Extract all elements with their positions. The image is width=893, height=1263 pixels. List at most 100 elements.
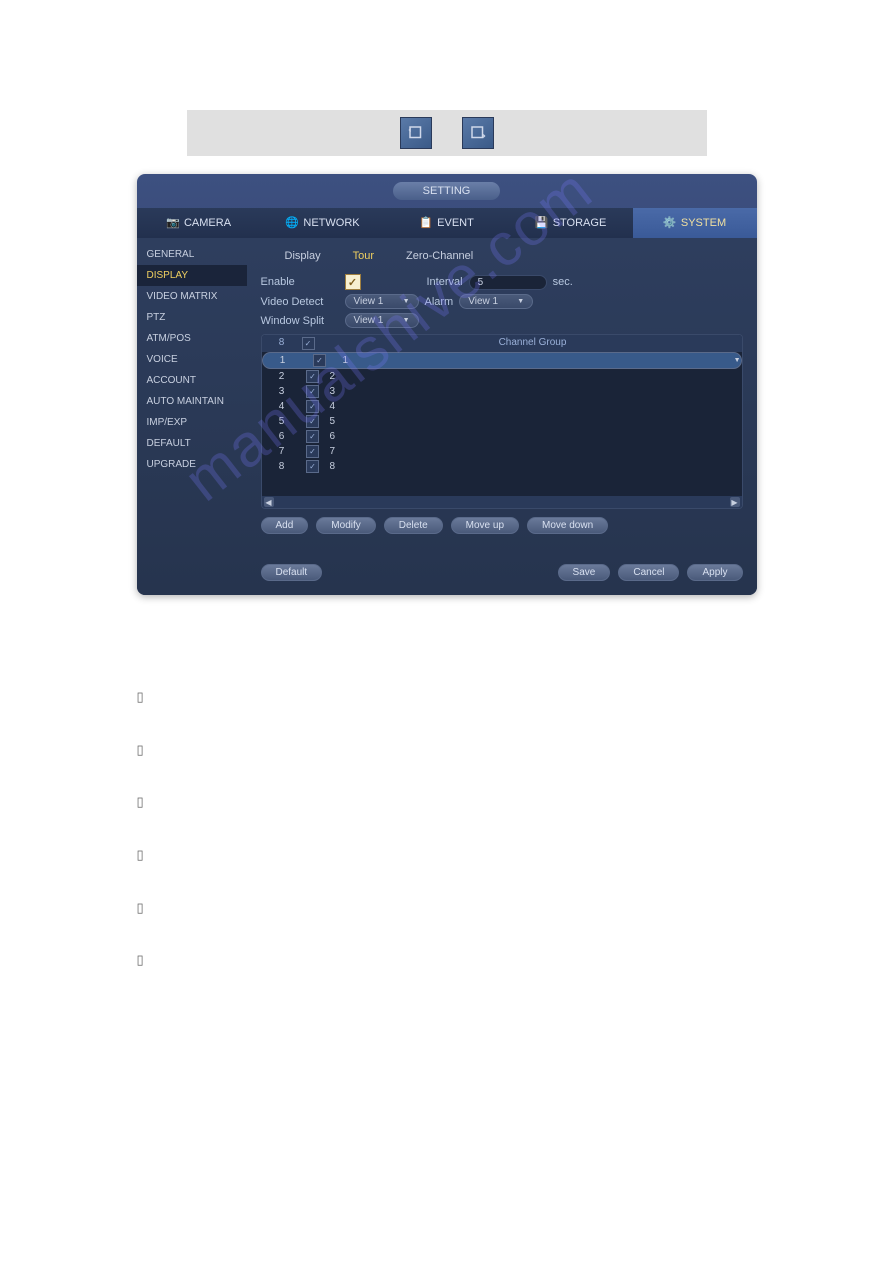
interval-label: Interval [427, 276, 463, 288]
row-number: 3 [262, 386, 302, 397]
rotate-left-icon[interactable] [400, 117, 432, 149]
row-group: 6 [324, 431, 742, 442]
table-row[interactable]: 1 ✓ 1 [262, 352, 742, 369]
subtab-tour[interactable]: Tour [349, 248, 378, 264]
subtab-zero-channel[interactable]: Zero-Channel [402, 248, 477, 264]
bullet-icon: ▯ [137, 948, 149, 973]
horizontal-scrollbar[interactable]: ◀ ▶ [262, 496, 742, 508]
interval-input[interactable]: 5 [469, 275, 547, 290]
camera-icon: 📷 [166, 216, 180, 230]
table-row[interactable]: 6 ✓ 6 [262, 429, 742, 444]
apply-button[interactable]: Apply [687, 564, 742, 581]
toolbar-strip [187, 110, 707, 156]
row-group: 2 [324, 371, 742, 382]
storage-icon: 💾 [535, 216, 549, 230]
move-down-button[interactable]: Move down [527, 517, 608, 534]
default-button[interactable]: Default [261, 564, 323, 581]
sidebar-item-auto-maintain[interactable]: AUTO MAINTAIN [137, 391, 247, 412]
video-detect-select[interactable]: View 1 [345, 294, 419, 309]
table-row[interactable]: 7 ✓ 7 [262, 444, 742, 459]
sidebar-item-atmpos[interactable]: ATM/POS [137, 328, 247, 349]
sidebar-item-ptz[interactable]: PTZ [137, 307, 247, 328]
row-checkbox[interactable]: ✓ [306, 385, 319, 398]
move-up-button[interactable]: Move up [451, 517, 519, 534]
rotate-right-icon[interactable] [462, 117, 494, 149]
alarm-select[interactable]: View 1 [459, 294, 533, 309]
add-button[interactable]: Add [261, 517, 309, 534]
event-icon: 📋 [419, 216, 433, 230]
bullet-icon: ▯ [137, 685, 149, 710]
video-detect-label: Video Detect [261, 296, 339, 308]
row-number: 6 [262, 431, 302, 442]
row-checkbox[interactable]: ✓ [306, 370, 319, 383]
table-row[interactable]: 4 ✓ 4 [262, 399, 742, 414]
table-row[interactable]: 3 ✓ 3 [262, 384, 742, 399]
row-number: 1 [263, 355, 303, 366]
row-number: 4 [262, 401, 302, 412]
subtab-display[interactable]: Display [281, 248, 325, 264]
window-title: SETTING [393, 182, 501, 200]
table-row[interactable]: 8 ✓ 8 [262, 459, 742, 474]
delete-button[interactable]: Delete [384, 517, 443, 534]
row-checkbox[interactable]: ✓ [306, 400, 319, 413]
tab-network[interactable]: 🌐NETWORK [261, 208, 385, 238]
settings-window: SETTING 📷CAMERA 🌐NETWORK 📋EVENT 💾STORAGE… [137, 174, 757, 595]
row-number: 8 [262, 461, 302, 472]
bullet-icon: ▯ [137, 790, 149, 815]
top-tabs: 📷CAMERA 🌐NETWORK 📋EVENT 💾STORAGE ⚙️SYSTE… [137, 208, 757, 238]
enable-label: Enable [261, 276, 339, 288]
col-header-count: 8 [262, 337, 302, 350]
document-body: ▯ ▯ ▯ ▯ ▯ ▯ [137, 685, 757, 973]
sidebar-item-general[interactable]: GENERAL [137, 244, 247, 265]
row-group: 1 [337, 355, 728, 366]
save-button[interactable]: Save [558, 564, 611, 581]
scroll-right-icon[interactable]: ▶ [730, 497, 740, 507]
table-row[interactable]: 5 ✓ 5 [262, 414, 742, 429]
row-checkbox[interactable]: ✓ [306, 445, 319, 458]
sidebar-item-default[interactable]: DEFAULT [137, 433, 247, 454]
window-split-label: Window Split [261, 315, 339, 327]
row-group: 7 [324, 446, 742, 457]
bullet-icon: ▯ [137, 896, 149, 921]
title-bar: SETTING [137, 174, 757, 208]
sec-label: sec. [553, 276, 573, 288]
window-split-select[interactable]: View 1 [345, 313, 419, 328]
tab-system[interactable]: ⚙️SYSTEM [633, 208, 757, 238]
bullet-icon: ▯ [137, 843, 149, 868]
sidebar: GENERAL DISPLAY VIDEO MATRIX PTZ ATM/POS… [137, 238, 247, 595]
row-number: 5 [262, 416, 302, 427]
table-row[interactable]: 2 ✓ 2 [262, 369, 742, 384]
network-icon: 🌐 [285, 216, 299, 230]
col-header-check: ✓ [302, 337, 324, 350]
row-group: 4 [324, 401, 742, 412]
tab-event[interactable]: 📋EVENT [385, 208, 509, 238]
row-number: 7 [262, 446, 302, 457]
sub-tabs: Display Tour Zero-Channel [261, 248, 743, 264]
row-checkbox[interactable]: ✓ [306, 415, 319, 428]
row-group: 3 [324, 386, 742, 397]
tab-camera[interactable]: 📷CAMERA [137, 208, 261, 238]
row-group: 8 [324, 461, 742, 472]
col-header-group: Channel Group [324, 337, 742, 350]
enable-checkbox[interactable]: ✓ [345, 274, 361, 290]
sidebar-item-upgrade[interactable]: UPGRADE [137, 454, 247, 475]
row-checkbox[interactable]: ✓ [306, 460, 319, 473]
sidebar-item-display[interactable]: DISPLAY [137, 265, 247, 286]
scroll-left-icon[interactable]: ◀ [264, 497, 274, 507]
row-checkbox[interactable]: ✓ [306, 430, 319, 443]
alarm-label: Alarm [425, 296, 454, 308]
sidebar-item-account[interactable]: ACCOUNT [137, 370, 247, 391]
sidebar-item-voice[interactable]: VOICE [137, 349, 247, 370]
sidebar-item-imp-exp[interactable]: IMP/EXP [137, 412, 247, 433]
row-checkbox[interactable]: ✓ [313, 354, 326, 367]
sidebar-item-video-matrix[interactable]: VIDEO MATRIX [137, 286, 247, 307]
system-icon: ⚙️ [663, 216, 677, 230]
bullet-icon: ▯ [137, 738, 149, 763]
row-group: 5 [324, 416, 742, 427]
content-panel: Display Tour Zero-Channel Enable ✓ Inter… [247, 238, 757, 595]
row-number: 2 [262, 371, 302, 382]
cancel-button[interactable]: Cancel [618, 564, 679, 581]
tab-storage[interactable]: 💾STORAGE [509, 208, 633, 238]
modify-button[interactable]: Modify [316, 517, 375, 534]
channel-table: 8 ✓ Channel Group 1✓12✓23✓34✓45✓56✓67✓78… [261, 334, 743, 509]
